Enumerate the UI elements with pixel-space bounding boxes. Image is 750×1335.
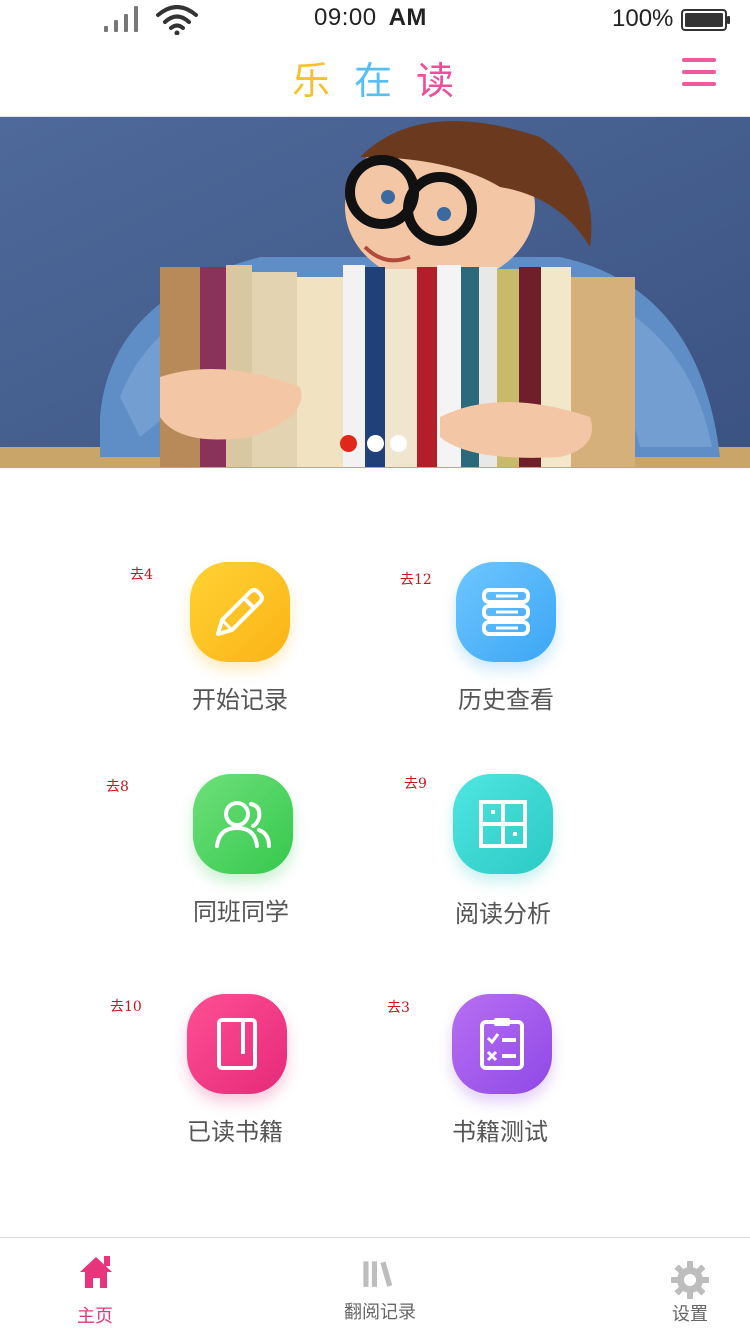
pencil-icon: [216, 588, 264, 636]
battery-icon: [681, 9, 730, 31]
tab-settings[interactable]: 设置: [615, 1238, 750, 1335]
tab-label: 主页: [77, 1306, 113, 1327]
status-ampm: AM: [388, 4, 427, 31]
carousel-dot-3[interactable]: [390, 435, 407, 452]
analysis-icon: [479, 800, 527, 848]
tile-label: 同班同学: [193, 898, 289, 926]
bottom-tab-bar: 主页 翻阅记录 设置: [0, 1237, 750, 1335]
tile-icon-bg: [190, 562, 290, 662]
banner-carousel[interactable]: [0, 117, 750, 468]
app-header: 乐在读: [0, 40, 750, 116]
tile-label: 历史查看: [458, 686, 554, 714]
tile-icon-bg: [187, 994, 287, 1094]
app-title: 乐在读: [0, 50, 750, 105]
gear-icon: [671, 1261, 709, 1299]
tile-label: 已读书籍: [187, 1118, 283, 1146]
tile-history[interactable]: 历史查看: [406, 560, 606, 730]
tab-home[interactable]: 主页: [20, 1238, 170, 1335]
tile-classmates[interactable]: 同班同学: [143, 774, 343, 944]
carousel-indicators: [340, 435, 420, 453]
book-icon: [217, 1018, 257, 1070]
tab-browse-history[interactable]: 翻阅记录: [305, 1238, 455, 1335]
tile-reading-analysis[interactable]: 阅读分析: [405, 772, 605, 942]
tab-label: 翻阅记录: [344, 1302, 416, 1323]
tab-label: 设置: [672, 1304, 708, 1325]
checklist-icon: [480, 1018, 524, 1070]
tile-icon-bg: [193, 774, 293, 874]
status-time: 09:00 AM: [314, 4, 427, 32]
tile-icon-bg: [452, 994, 552, 1094]
status-bar: 09:00 AM 100%: [0, 0, 750, 40]
tile-note: 去8: [106, 779, 129, 795]
book-stack-icon: [482, 588, 530, 636]
tile-start-record[interactable]: 开始记录: [140, 560, 340, 730]
signal-icon: [104, 6, 138, 32]
tile-icon-bg: [456, 562, 556, 662]
app-title-char-2: 在: [353, 59, 396, 103]
carousel-dot-2[interactable]: [367, 435, 384, 452]
banner-image: [0, 117, 750, 468]
app-title-char-1: 乐: [291, 59, 334, 103]
users-icon: [215, 801, 271, 848]
tile-icon-bg: [453, 774, 553, 874]
status-clock: 09:00: [314, 4, 377, 31]
tile-read-books[interactable]: 已读书籍: [137, 992, 337, 1162]
battery-percent: 100%: [612, 5, 674, 32]
app-title-char-3: 读: [416, 59, 459, 103]
carousel-dot-1[interactable]: [340, 435, 357, 452]
tile-book-test[interactable]: 书籍测试: [402, 992, 602, 1162]
books-icon: [363, 1261, 393, 1287]
menu-icon[interactable]: [682, 58, 716, 88]
wifi-icon: [156, 5, 198, 35]
tile-label: 书籍测试: [452, 1118, 548, 1146]
tile-label: 阅读分析: [455, 900, 551, 928]
home-icon: [80, 1256, 112, 1288]
tile-label: 开始记录: [192, 686, 288, 714]
